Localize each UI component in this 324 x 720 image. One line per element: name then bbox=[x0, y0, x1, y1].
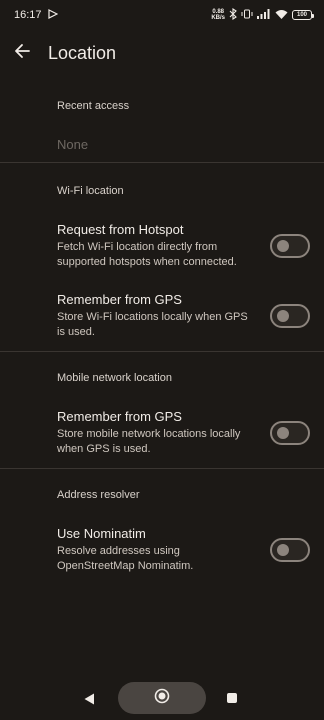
section-header-mobile-network-location: Mobile network location bbox=[57, 372, 172, 384]
signal-icon bbox=[257, 8, 271, 22]
setting-mobile-remember-from-gps[interactable]: Remember from GPS Store mobile network l… bbox=[0, 398, 324, 468]
net-speed-unit: KB/s bbox=[211, 15, 225, 21]
back-button[interactable] bbox=[0, 31, 44, 75]
triangle-back-icon bbox=[84, 692, 95, 709]
setting-description: Store Wi-Fi locations locally when GPS i… bbox=[57, 311, 248, 338]
divider bbox=[0, 351, 324, 352]
nav-back-button[interactable] bbox=[84, 692, 95, 710]
settings-list: Recent access None Wi-Fi location Reques… bbox=[0, 86, 324, 585]
recent-access-empty: None bbox=[57, 136, 89, 152]
setting-title: Remember from GPS bbox=[57, 292, 182, 307]
wifi-remember-from-gps-toggle[interactable] bbox=[270, 304, 310, 328]
battery-icon: 100 bbox=[292, 10, 314, 20]
toggle-knob bbox=[277, 240, 289, 252]
section-header-recent-access: Recent access bbox=[57, 100, 130, 112]
circle-home-icon bbox=[154, 688, 170, 709]
page-title: Location bbox=[48, 42, 117, 63]
section-header-wifi-location: Wi-Fi location bbox=[57, 185, 124, 197]
navigation-bar bbox=[0, 676, 324, 720]
net-speed: 0.88 KB/s bbox=[211, 9, 225, 21]
setting-description: Resolve addresses using OpenStreetMap No… bbox=[57, 545, 194, 572]
screen: 16:17 0.88 KB/s 100 Location Recent acce… bbox=[0, 0, 324, 720]
setting-description: Store mobile network locations locally w… bbox=[57, 428, 241, 455]
use-nominatim-toggle[interactable] bbox=[270, 538, 310, 562]
setting-title: Request from Hotspot bbox=[57, 222, 184, 237]
status-left: 16:17 bbox=[14, 8, 58, 22]
setting-description: Fetch Wi-Fi location directly from suppo… bbox=[57, 241, 237, 268]
section-header-address-resolver: Address resolver bbox=[57, 489, 140, 501]
setting-use-nominatim[interactable]: Use Nominatim Resolve addresses using Op… bbox=[0, 515, 324, 585]
nav-home-button[interactable] bbox=[118, 682, 206, 714]
setting-title: Use Nominatim bbox=[57, 526, 146, 541]
setting-request-from-hotspot[interactable]: Request from Hotspot Fetch Wi-Fi locatio… bbox=[0, 211, 324, 281]
request-from-hotspot-toggle[interactable] bbox=[270, 234, 310, 258]
divider bbox=[0, 162, 324, 163]
square-recents-icon[interactable] bbox=[227, 693, 237, 703]
vibrate-icon bbox=[241, 9, 253, 22]
setting-title: Remember from GPS bbox=[57, 409, 182, 424]
toggle-knob bbox=[277, 544, 289, 556]
divider bbox=[0, 468, 324, 469]
toggle-knob bbox=[277, 427, 289, 439]
bluetooth-icon bbox=[229, 7, 237, 23]
wifi-icon bbox=[275, 9, 288, 22]
mobile-remember-from-gps-toggle[interactable] bbox=[270, 421, 310, 445]
play-store-icon bbox=[47, 8, 58, 22]
battery-level: 100 bbox=[296, 12, 307, 18]
toggle-knob bbox=[277, 310, 289, 322]
app-bar: Location bbox=[0, 30, 324, 76]
status-time: 16:17 bbox=[14, 9, 42, 21]
status-bar: 16:17 0.88 KB/s 100 bbox=[0, 0, 324, 30]
status-right: 0.88 KB/s 100 bbox=[211, 7, 314, 23]
arrow-left-icon bbox=[14, 43, 30, 64]
setting-wifi-remember-from-gps[interactable]: Remember from GPS Store Wi-Fi locations … bbox=[0, 281, 324, 351]
